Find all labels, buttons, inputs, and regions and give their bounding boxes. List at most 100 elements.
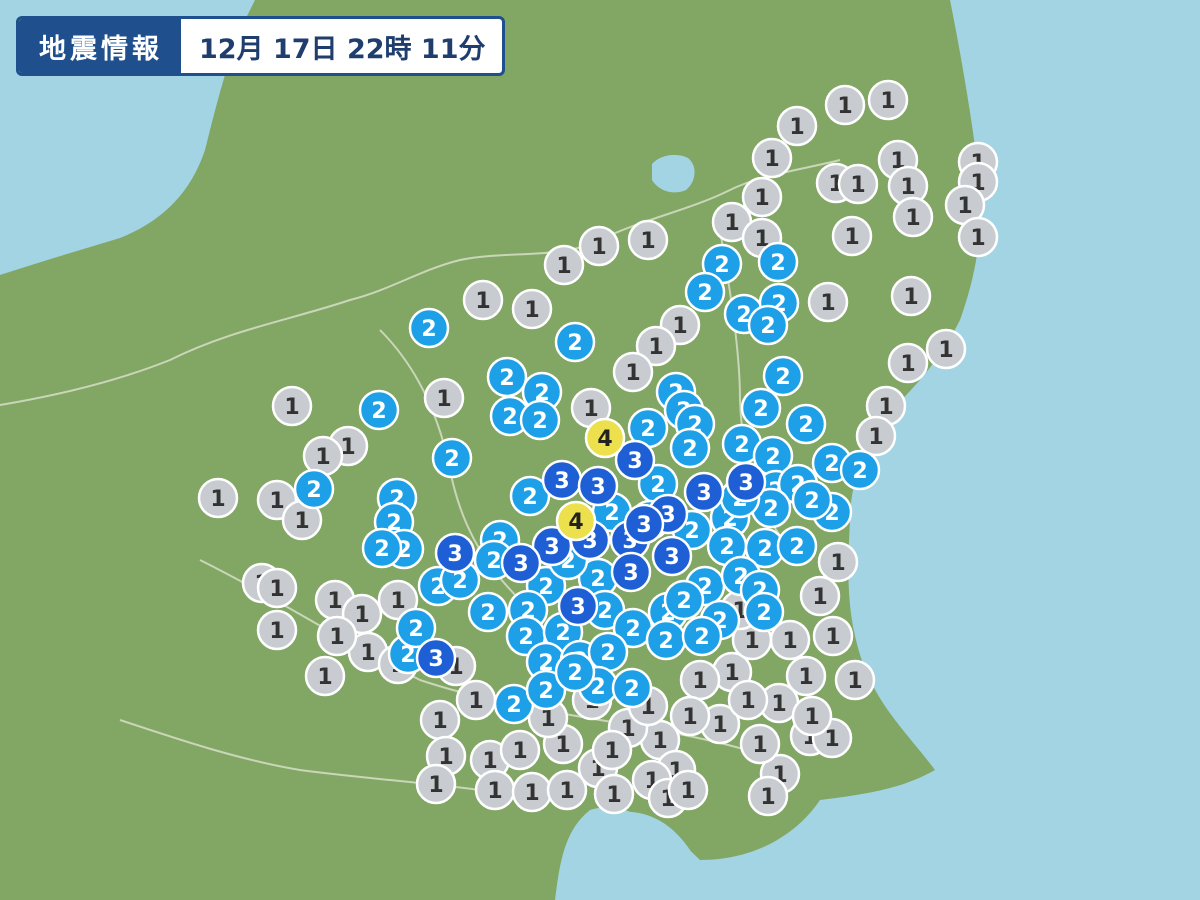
intensity-3-marker: 3 xyxy=(434,532,476,574)
intensity-label: 1 xyxy=(559,779,574,804)
intensity-label: 1 xyxy=(640,229,655,254)
intensity-label: 2 xyxy=(753,397,768,422)
intensity-1-marker: 1 xyxy=(316,615,358,657)
intensity-1-marker: 1 xyxy=(593,773,635,815)
intensity-1-marker: 1 xyxy=(727,679,769,721)
intensity-2-marker: 2 xyxy=(587,631,629,673)
intensity-label: 1 xyxy=(354,603,369,628)
intensity-label: 2 xyxy=(518,625,533,650)
intensity-label: 2 xyxy=(824,452,839,477)
intensity-1-marker: 1 xyxy=(612,351,654,393)
intensity-1-marker: 1 xyxy=(834,659,876,701)
intensity-label: 1 xyxy=(837,94,852,119)
intensity-1-marker: 1 xyxy=(890,275,932,317)
intensity-label: 2 xyxy=(682,437,697,462)
intensity-label: 1 xyxy=(432,709,447,734)
intensity-label: 1 xyxy=(625,361,640,386)
intensity-3-marker: 3 xyxy=(415,637,457,679)
intensity-2-marker: 2 xyxy=(554,321,596,363)
intensity-label: 1 xyxy=(648,335,663,360)
intensity-2-marker: 2 xyxy=(762,355,804,397)
intensity-label: 1 xyxy=(771,692,786,717)
intensity-label: 2 xyxy=(604,501,619,526)
intensity-2-marker: 2 xyxy=(361,527,403,569)
intensity-label: 1 xyxy=(970,226,985,251)
intensity-label: 2 xyxy=(408,617,423,642)
intensity-label: 2 xyxy=(684,519,699,544)
intensity-label: 3 xyxy=(544,535,559,560)
intensity-label: 1 xyxy=(764,147,779,172)
intensity-label: 2 xyxy=(757,537,772,562)
intensity-label: 1 xyxy=(680,779,695,804)
datetime-label: 12月 17日 22時 11分 xyxy=(199,33,486,65)
intensity-label: 1 xyxy=(752,733,767,758)
earthquake-map: 1 111 11 1 1 11 1111 1 11 111 1 1 111 11111 1 11111 1111… xyxy=(0,0,1200,900)
intensity-1-marker: 1 xyxy=(887,342,929,384)
intensity-3-marker: 3 xyxy=(557,585,599,627)
intensity-1-marker: 1 xyxy=(256,609,298,651)
lake xyxy=(652,154,695,193)
intensity-label: 3 xyxy=(636,513,651,538)
intensity-3-marker: 3 xyxy=(541,459,583,501)
intensity-2-marker: 2 xyxy=(293,468,335,510)
intensity-label: 1 xyxy=(754,186,769,211)
intensity-2-marker: 2 xyxy=(681,615,723,657)
intensity-label: 1 xyxy=(847,669,862,694)
intensity-2-marker: 2 xyxy=(785,403,827,445)
intensity-label: 1 xyxy=(284,395,299,420)
intensity-label: 1 xyxy=(583,397,598,422)
intensity-label: 1 xyxy=(682,705,697,730)
intensity-1-marker: 1 xyxy=(747,775,789,817)
intensity-2-marker: 2 xyxy=(839,449,881,491)
intensity-2-marker: 2 xyxy=(611,667,653,709)
intensity-label: 2 xyxy=(719,535,734,560)
intensity-1-marker: 1 xyxy=(627,219,669,261)
intensity-1-marker: 1 xyxy=(837,163,879,205)
intensity-label: 2 xyxy=(597,599,612,624)
intensity-1-marker: 1 xyxy=(812,615,854,657)
intensity-label: 4 xyxy=(597,427,612,452)
intensity-2-marker: 2 xyxy=(791,479,833,521)
intensity-1-marker: 1 xyxy=(776,105,818,147)
intensity-label: 1 xyxy=(900,175,915,200)
intensity-label: 2 xyxy=(734,433,749,458)
intensity-label: 3 xyxy=(554,469,569,494)
intensity-label: 1 xyxy=(868,425,883,450)
intensity-label: 2 xyxy=(371,399,386,424)
intensity-label: 1 xyxy=(604,739,619,764)
intensity-label: 1 xyxy=(724,661,739,686)
page-title: 地震情報 xyxy=(19,19,181,73)
intensity-label: 1 xyxy=(317,665,332,690)
intensity-1-marker: 1 xyxy=(499,729,541,771)
intensity-label: 3 xyxy=(623,561,638,586)
intensity-label: 2 xyxy=(804,489,819,514)
intensity-1-marker: 1 xyxy=(667,769,709,811)
intensity-2-marker: 2 xyxy=(408,307,450,349)
intensity-label: 1 xyxy=(524,781,539,806)
intensity-label: 2 xyxy=(852,459,867,484)
intensity-1-marker: 1 xyxy=(511,288,553,330)
intensity-label: 1 xyxy=(269,619,284,644)
intensity-label: 1 xyxy=(436,387,451,412)
intensity-label: 2 xyxy=(624,677,639,702)
intensity-label: 2 xyxy=(625,617,640,642)
intensity-label: 2 xyxy=(756,601,771,626)
intensity-label: 2 xyxy=(798,413,813,438)
intensity-label: 2 xyxy=(506,693,521,718)
intensity-label: 3 xyxy=(570,595,585,620)
intensity-label: 3 xyxy=(513,552,528,577)
intensity-2-marker: 2 xyxy=(554,651,596,693)
intensity-label: 1 xyxy=(825,625,840,650)
intensity-3-marker: 3 xyxy=(623,503,665,545)
intensity-2-marker: 2 xyxy=(776,525,818,567)
intensity-label: 2 xyxy=(694,625,709,650)
intensity-3-marker: 3 xyxy=(610,551,652,593)
intensity-1-marker: 1 xyxy=(543,244,585,286)
intensity-label: 2 xyxy=(444,447,459,472)
intensity-1-marker: 1 xyxy=(462,279,504,321)
intensity-label: 1 xyxy=(468,689,483,714)
intensity-2-marker: 2 xyxy=(663,579,705,621)
intensity-label: 3 xyxy=(696,481,711,506)
intensity-1-marker: 1 xyxy=(423,377,465,419)
intensity-label: 2 xyxy=(567,331,582,356)
